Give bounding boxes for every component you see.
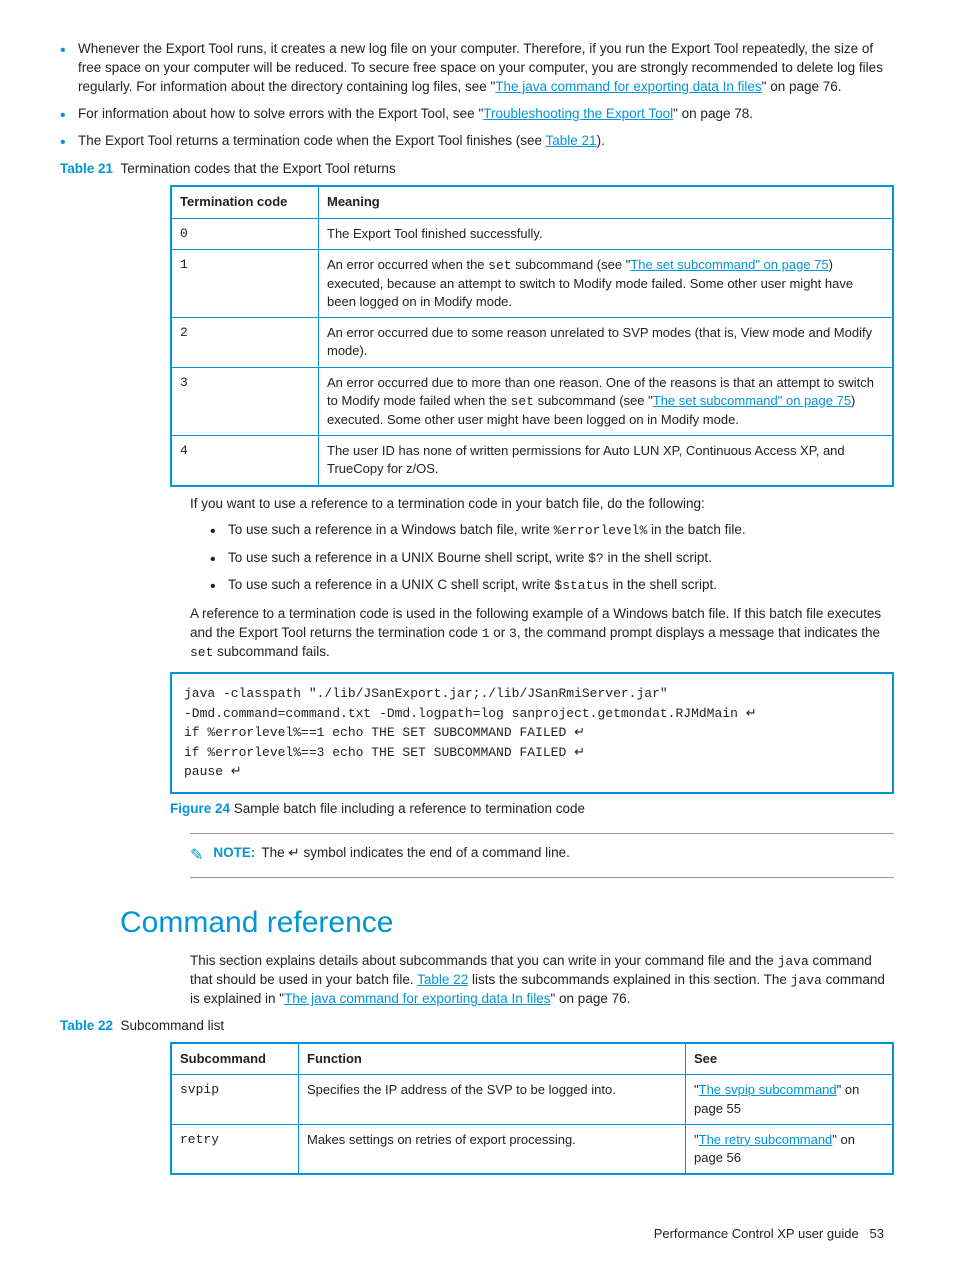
note-content: NOTE: The ↵ symbol indicates the end of a… xyxy=(213,844,569,863)
bullet-item: To use such a reference in a UNIX C shel… xyxy=(210,576,894,595)
bullet-item: To use such a reference in a UNIX Bourne… xyxy=(210,549,894,568)
note-icon: ✎ xyxy=(190,845,203,867)
ref-bullets: To use such a reference in a Windows bat… xyxy=(210,521,894,595)
text: subcommand (see " xyxy=(512,257,631,272)
table-row: 2 An error occurred due to some reason u… xyxy=(171,318,893,367)
after-table-para: If you want to use a reference to a term… xyxy=(190,495,894,514)
table-row: 0 The Export Tool finished successfully. xyxy=(171,218,893,249)
table-row: 4 The user ID has none of written permis… xyxy=(171,436,893,486)
bullet-item: To use such a reference in a Windows bat… xyxy=(210,521,894,540)
section-heading: Command reference xyxy=(120,902,894,944)
table-header-row: Subcommand Function See xyxy=(171,1043,893,1075)
link-set-subcommand[interactable]: The set subcommand" on page 75 xyxy=(653,393,851,408)
page-footer: Performance Control XP user guide 53 xyxy=(60,1225,894,1243)
link-retry[interactable]: The retry subcommand xyxy=(699,1132,833,1147)
bullet-text: " on page 78. xyxy=(673,106,753,121)
link-java-cmd[interactable]: The java command for exporting data In f… xyxy=(495,79,761,94)
td-code: 2 xyxy=(171,318,319,367)
th-see: See xyxy=(686,1043,894,1075)
bullet-text: " on page 76. xyxy=(762,79,842,94)
link-troubleshooting[interactable]: Troubleshooting the Export Tool xyxy=(483,106,673,121)
bullet-item: The Export Tool returns a termination co… xyxy=(60,132,894,151)
footer-title: Performance Control XP user guide xyxy=(654,1226,859,1241)
link-set-subcommand[interactable]: The set subcommand" on page 75 xyxy=(630,257,828,272)
inline-code: 1 xyxy=(482,626,490,641)
figure-title: Sample batch file including a reference … xyxy=(234,801,585,816)
table21-caption: Table 21 Termination codes that the Expo… xyxy=(60,160,894,179)
table-row: 3 An error occurred due to more than one… xyxy=(171,367,893,436)
bullet-item: Whenever the Export Tool runs, it create… xyxy=(60,40,894,97)
bullet-text: ). xyxy=(597,133,605,148)
link-svpip[interactable]: The svpip subcommand xyxy=(699,1082,837,1097)
inline-code: java xyxy=(791,973,822,988)
td-sub: svpip xyxy=(171,1075,299,1124)
bullet-item: For information about how to solve error… xyxy=(60,105,894,124)
text: This section explains details about subc… xyxy=(190,953,778,968)
table22-caption: Table 22 Subcommand list xyxy=(60,1017,894,1036)
table-title: Termination codes that the Export Tool r… xyxy=(121,161,396,176)
text: subcommand (see " xyxy=(534,393,653,408)
text: An error occurred when the xyxy=(327,257,488,272)
figure-label: Figure 24 xyxy=(170,801,230,816)
table-row: retry Makes settings on retries of expor… xyxy=(171,1124,893,1174)
th-meaning: Meaning xyxy=(319,186,894,218)
td-meaning: The Export Tool finished successfully. xyxy=(319,218,894,249)
link-table21[interactable]: Table 21 xyxy=(546,133,597,148)
th-code: Termination code xyxy=(171,186,319,218)
td-meaning: An error occurred when the set subcomman… xyxy=(319,249,894,318)
td-code: 4 xyxy=(171,436,319,486)
th-func: Function xyxy=(299,1043,686,1075)
table-row: svpip Specifies the IP address of the SV… xyxy=(171,1075,893,1124)
inline-code: 3 xyxy=(509,626,517,641)
link-table22[interactable]: Table 22 xyxy=(417,972,468,987)
table-header-row: Termination code Meaning xyxy=(171,186,893,218)
note-label: NOTE: xyxy=(213,845,255,860)
bullet-text: For information about how to solve error… xyxy=(78,106,483,121)
td-meaning: An error occurred due to more than one r… xyxy=(319,367,894,436)
note-text: The ↵ symbol indicates the end of a comm… xyxy=(261,845,569,860)
note-box: ✎ NOTE: The ↵ symbol indicates the end of… xyxy=(190,833,894,878)
td-code: 0 xyxy=(171,218,319,249)
table-label: Table 21 xyxy=(60,161,113,176)
td-see: "The svpip subcommand" on page 55 xyxy=(686,1075,894,1124)
inline-code: java xyxy=(778,954,809,969)
text: " on page 76. xyxy=(551,991,631,1006)
code-sample: java -classpath "./lib/JSanExport.jar;./… xyxy=(170,672,894,794)
table-label: Table 22 xyxy=(60,1018,113,1033)
td-func: Specifies the IP address of the SVP to b… xyxy=(299,1075,686,1124)
th-sub: Subcommand xyxy=(171,1043,299,1075)
inline-code: set xyxy=(488,258,511,273)
inline-code: set xyxy=(190,645,213,660)
td-sub: retry xyxy=(171,1124,299,1174)
inline-code: set xyxy=(511,394,534,409)
table21: Termination code Meaning 0 The Export To… xyxy=(170,185,894,486)
table22: Subcommand Function See svpip Specifies … xyxy=(170,1042,894,1175)
td-see: "The retry subcommand" on page 56 xyxy=(686,1124,894,1174)
link-java-cmd2[interactable]: The java command for exporting data In f… xyxy=(284,991,550,1006)
intro-bullets: Whenever the Export Tool runs, it create… xyxy=(60,40,894,150)
td-func: Makes settings on retries of export proc… xyxy=(299,1124,686,1174)
td-meaning: The user ID has none of written permissi… xyxy=(319,436,894,486)
bullet-text: The Export Tool returns a termination co… xyxy=(78,133,546,148)
table-row: 1 An error occurred when the set subcomm… xyxy=(171,249,893,318)
td-code: 1 xyxy=(171,249,319,318)
page-number: 53 xyxy=(870,1226,884,1241)
text: or xyxy=(490,625,510,640)
text: lists the subcommands explained in this … xyxy=(468,972,790,987)
figure24-caption: Figure 24 Sample batch file including a … xyxy=(170,800,894,819)
td-meaning: An error occurred due to some reason unr… xyxy=(319,318,894,367)
example-para: A reference to a termination code is use… xyxy=(190,605,894,662)
table-title: Subcommand list xyxy=(121,1018,225,1033)
text: , the command prompt displays a message … xyxy=(517,625,880,640)
td-code: 3 xyxy=(171,367,319,436)
cmdref-para: This section explains details about subc… xyxy=(190,952,894,1009)
text: subcommand fails. xyxy=(213,644,329,659)
